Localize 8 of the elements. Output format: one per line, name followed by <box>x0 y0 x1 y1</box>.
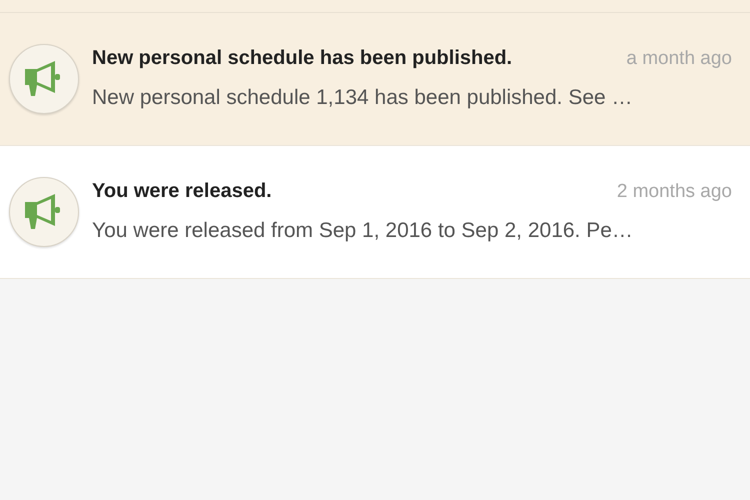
notification-time: 2 months ago <box>616 180 732 204</box>
notification-body: New personal schedule 1,134 has been published. See … <box>92 84 634 110</box>
notification-body: You were released from Sep 1, 2016 to Sep 2, 2016. Pe… <box>92 218 634 244</box>
notification-item[interactable]: New personal schedule has been published. a month ago New personal schedule 1,134 has been published. See … <box>0 13 750 146</box>
notification-title: New personal schedule has been published. <box>92 46 512 71</box>
notification-time: a month ago <box>626 47 732 71</box>
notification-item[interactable]: You were released. 2 months ago You were released from Sep 1, 2016 to Sep 2, 2016. Pe… <box>0 146 750 279</box>
notification-title: You were released. <box>92 179 272 204</box>
